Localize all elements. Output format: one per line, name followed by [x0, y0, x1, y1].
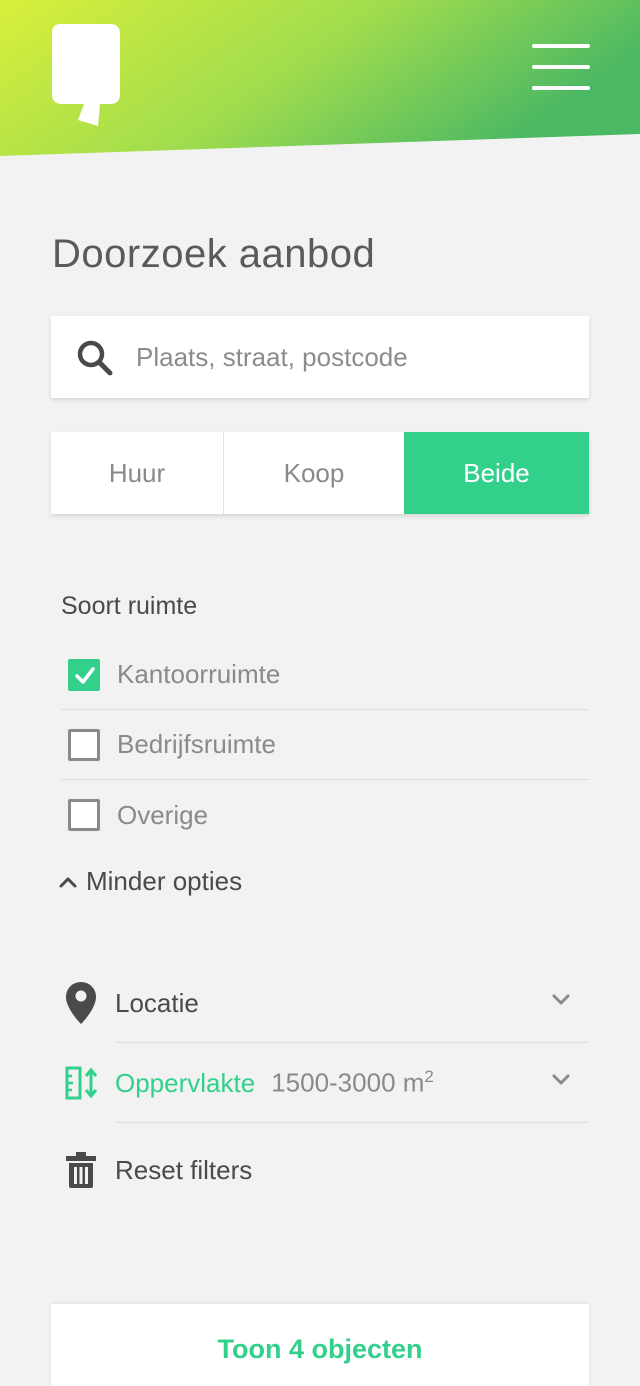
area-size-icon [61, 1061, 101, 1105]
checkbox-label: Kantoorruimte [117, 659, 281, 689]
checkbox-checked[interactable] [68, 658, 100, 691]
header [0, 0, 640, 160]
checkbox-unchecked[interactable] [68, 728, 100, 761]
checkbox-row-kantoorruimte[interactable]: Kantoorruimte [61, 640, 589, 710]
filter-area[interactable]: Oppervlakte 1500-3000 m2 [61, 1043, 589, 1123]
search-icon [77, 340, 113, 376]
filter-area-value: 1500-3000 m2 [271, 1067, 434, 1099]
show-results-button[interactable]: Toon 4 objecten [51, 1304, 589, 1386]
transaction-type-selector: Huur Koop Beide [51, 432, 589, 514]
menu-line [532, 65, 590, 69]
reset-filters-button[interactable]: Reset filters [61, 1130, 589, 1210]
logo-icon[interactable] [50, 22, 122, 130]
checkbox-unchecked[interactable] [68, 799, 100, 831]
checkbox-row-overige[interactable]: Overige [61, 780, 589, 850]
trash-icon [61, 1148, 101, 1192]
filter-area-label: Oppervlakte [115, 1067, 256, 1098]
less-options-toggle[interactable]: Minder opties [58, 866, 242, 897]
location-pin-icon [61, 981, 101, 1025]
checkbox-label: Bedrijfsruimte [117, 729, 276, 759]
reset-filters-label: Reset filters [115, 1154, 253, 1185]
checkmark-icon [75, 666, 95, 684]
page-title: Doorzoek aanbod [52, 232, 376, 276]
filter-location[interactable]: Locatie [61, 963, 589, 1043]
hamburger-menu-icon[interactable] [532, 44, 590, 90]
segment-beide[interactable]: Beide [404, 432, 589, 514]
less-options-label: Minder opties [86, 866, 243, 896]
unit-superscript: 2 [424, 1067, 434, 1087]
segment-huur[interactable]: Huur [51, 432, 224, 514]
checkbox-row-bedrijfsruimte[interactable]: Bedrijfsruimte [61, 710, 589, 780]
search-input[interactable] [136, 330, 576, 384]
checkbox-label: Overige [117, 799, 209, 830]
space-type-label: Soort ruimte [61, 592, 198, 620]
chevron-up-icon [59, 877, 77, 887]
chevron-down-icon [552, 1074, 570, 1085]
menu-line [532, 86, 590, 90]
filter-location-label: Locatie [115, 987, 199, 1018]
filter-area-range: 1500-3000 m [271, 1067, 425, 1098]
divider [115, 1122, 589, 1123]
chevron-down-icon [552, 994, 570, 1005]
menu-line [532, 44, 590, 48]
segment-koop[interactable]: Koop [224, 432, 404, 514]
